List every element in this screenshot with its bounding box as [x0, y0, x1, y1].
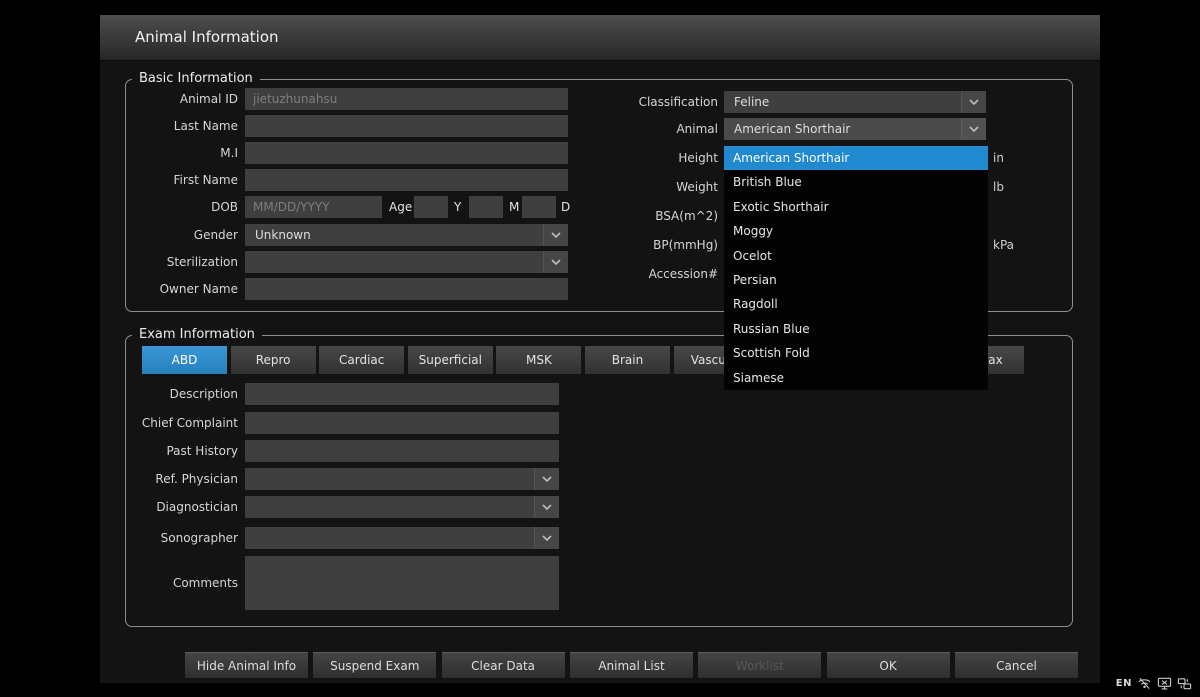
- dob-input[interactable]: [245, 196, 382, 218]
- sonographer-label: Sonographer: [160, 531, 238, 545]
- first-name-label: First Name: [173, 173, 238, 187]
- ok-button[interactable]: OK: [826, 652, 950, 678]
- gender-value: Unknown: [255, 228, 311, 242]
- diagnostician-combobox[interactable]: [245, 496, 559, 518]
- animal-id-label: Animal ID: [179, 92, 238, 106]
- animal-label: Animal: [676, 122, 718, 136]
- last-name-label: Last Name: [173, 119, 238, 133]
- first-name-input[interactable]: [245, 169, 568, 191]
- chief-complaint-input[interactable]: [245, 412, 559, 434]
- exam-information-legend: Exam Information: [132, 327, 262, 343]
- animal-option[interactable]: Ragdoll: [724, 292, 988, 316]
- exam-tab-brain[interactable]: Brain: [585, 346, 670, 374]
- diagnostician-label: Diagnostician: [156, 500, 238, 514]
- animal-option[interactable]: American Shorthair: [724, 146, 988, 171]
- bp-label: BP(mmHg): [653, 238, 718, 252]
- animal-option[interactable]: Scottish Fold: [724, 341, 988, 365]
- classification-value: Feline: [734, 95, 770, 109]
- chevron-down-icon: [534, 527, 559, 549]
- animal-combobox[interactable]: American Shorthair: [724, 118, 986, 140]
- sonographer-combobox[interactable]: [245, 527, 559, 549]
- past-history-label: Past History: [166, 444, 238, 458]
- system-status-bar: EN: [1116, 676, 1192, 691]
- gender-label: Gender: [193, 228, 238, 242]
- dialog-title: Animal Information: [135, 28, 279, 46]
- ref-physician-combobox[interactable]: [245, 468, 559, 490]
- dicom-transfer-icon: [1177, 678, 1192, 690]
- wifi-off-icon: [1138, 677, 1151, 690]
- suspend-exam-button[interactable]: Suspend Exam: [313, 652, 437, 678]
- animal-option[interactable]: Exotic Shorthair: [724, 195, 988, 219]
- weight-label: Weight: [676, 180, 718, 194]
- animal-option[interactable]: Persian: [724, 268, 988, 292]
- dialog-header: Animal Information: [100, 15, 1100, 61]
- height-label: Height: [678, 151, 718, 165]
- animal-option[interactable]: Siamese: [724, 366, 988, 390]
- screen-network-icon: [1157, 677, 1172, 690]
- animal-option[interactable]: Ocelot: [724, 244, 988, 268]
- hide-animal-info-button[interactable]: Hide Animal Info: [185, 652, 308, 678]
- animal-information-dialog: Animal Information Basic Information Ani…: [100, 15, 1100, 683]
- animal-option[interactable]: Russian Blue: [724, 317, 988, 341]
- cancel-button[interactable]: Cancel: [955, 652, 1078, 678]
- past-history-input[interactable]: [245, 440, 559, 462]
- basic-information-legend: Basic Information: [132, 71, 260, 87]
- animal-list-button[interactable]: Animal List: [570, 652, 693, 678]
- language-indicator: EN: [1115, 678, 1132, 689]
- last-name-input[interactable]: [245, 115, 568, 137]
- accession-label: Accession#: [648, 267, 718, 281]
- sterilization-combobox[interactable]: [245, 251, 568, 273]
- animal-id-input[interactable]: [245, 88, 568, 110]
- age-months-input[interactable]: [469, 196, 503, 218]
- height-unit: in: [993, 151, 1004, 165]
- chevron-down-icon: [961, 91, 986, 113]
- gender-combobox[interactable]: Unknown: [245, 224, 568, 246]
- mi-label: M.I: [220, 146, 238, 160]
- comments-textarea[interactable]: [245, 556, 559, 610]
- chevron-down-icon: [534, 496, 559, 518]
- owner-name-label: Owner Name: [159, 282, 238, 296]
- owner-name-input[interactable]: [245, 278, 568, 300]
- animal-option[interactable]: British Blue: [724, 170, 988, 194]
- classification-combobox[interactable]: Feline: [724, 91, 986, 113]
- dob-label: DOB: [211, 200, 238, 214]
- exam-tab-repro[interactable]: Repro: [230, 346, 316, 374]
- exam-tab-abd[interactable]: ABD: [142, 346, 227, 374]
- exam-tab-cardiac[interactable]: Cardiac: [319, 346, 405, 374]
- description-input[interactable]: [245, 383, 559, 405]
- exam-tab-msk[interactable]: MSK: [496, 346, 582, 374]
- worklist-button: Worklist: [698, 652, 822, 678]
- classification-label: Classification: [638, 95, 718, 109]
- years-unit-label: Y: [454, 200, 462, 214]
- exam-tab-superficial[interactable]: Superficial: [407, 346, 493, 374]
- chevron-down-icon: [534, 468, 559, 490]
- animal-breed-dropdown-list: American Shorthair British Blue Exotic S…: [724, 146, 988, 390]
- screen: Animal Information Basic Information Ani…: [0, 0, 1200, 697]
- clear-data-button[interactable]: Clear Data: [441, 652, 565, 678]
- mi-input[interactable]: [245, 142, 568, 164]
- sterilization-label: Sterilization: [166, 255, 238, 269]
- age-label: Age: [389, 200, 413, 214]
- chief-complaint-label: Chief Complaint: [141, 416, 238, 430]
- age-years-input[interactable]: [414, 196, 448, 218]
- chevron-down-icon: [961, 118, 986, 140]
- ref-physician-label: Ref. Physician: [155, 472, 238, 486]
- description-label: Description: [169, 387, 238, 401]
- animal-option[interactable]: Moggy: [724, 219, 988, 243]
- bsa-label: BSA(m^2): [655, 209, 718, 223]
- months-unit-label: M: [509, 200, 520, 214]
- comments-label: Comments: [172, 576, 238, 590]
- weight-unit: lb: [993, 180, 1004, 194]
- animal-value: American Shorthair: [734, 122, 851, 136]
- bp-unit: kPa: [993, 238, 1014, 252]
